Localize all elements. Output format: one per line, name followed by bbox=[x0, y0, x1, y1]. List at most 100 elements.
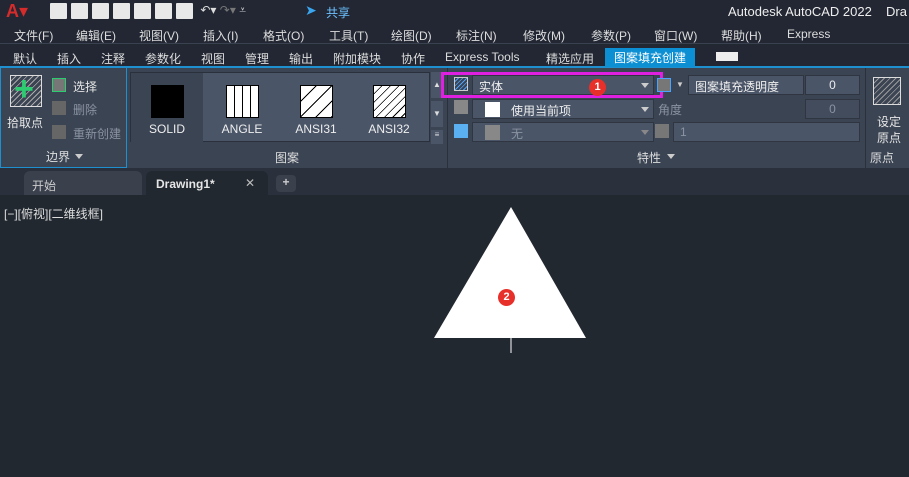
set-origin-icon[interactable] bbox=[873, 77, 901, 105]
tab-parametric[interactable]: 参数化 bbox=[145, 50, 181, 67]
menu-window[interactable]: 窗口(W) bbox=[654, 27, 697, 44]
menu-express[interactable]: Express bbox=[787, 27, 830, 41]
menu-dimension[interactable]: 标注(N) bbox=[456, 27, 497, 44]
tab-start[interactable]: 开始 bbox=[24, 171, 142, 195]
background-color-value: 无 bbox=[511, 127, 524, 141]
tab-annotate[interactable]: 注释 bbox=[101, 50, 125, 67]
open-icon[interactable] bbox=[71, 3, 88, 19]
pattern-angle[interactable]: ANGLE bbox=[206, 73, 278, 143]
tab-collaborate[interactable]: 协作 bbox=[401, 50, 425, 67]
background-color-select[interactable]: 无 bbox=[472, 122, 654, 142]
ribbon-tabs: 默认 插入 注释 参数化 视图 管理 输出 附加模块 协作 Express To… bbox=[0, 45, 909, 68]
drawing-canvas[interactable]: [−][俯视][二维线框] 2 bbox=[0, 195, 909, 477]
scale-icon bbox=[655, 124, 669, 138]
tab-express-tools[interactable]: Express Tools bbox=[445, 50, 519, 64]
gallery-scroll-down[interactable]: ▼ bbox=[431, 101, 443, 127]
pattern-solid[interactable]: SOLID bbox=[131, 73, 203, 143]
select-icon[interactable] bbox=[52, 78, 66, 92]
menu-view[interactable]: 视图(V) bbox=[139, 27, 179, 44]
recreate-button[interactable]: 重新创建 bbox=[73, 125, 121, 142]
tab-addins[interactable]: 附加模块 bbox=[333, 50, 381, 67]
menu-insert[interactable]: 插入(I) bbox=[203, 27, 238, 44]
tab-hatch-creation[interactable]: 图案填充创建 bbox=[605, 48, 696, 67]
tab-manage[interactable]: 管理 bbox=[245, 50, 269, 67]
menu-bar: 文件(F) 编辑(E) 视图(V) 插入(I) 格式(O) 工具(T) 绘图(D… bbox=[0, 23, 909, 44]
menu-tools[interactable]: 工具(T) bbox=[329, 27, 368, 44]
pick-point-button[interactable]: 拾取点 bbox=[7, 114, 43, 131]
save-icon[interactable] bbox=[92, 3, 109, 19]
highlight-box bbox=[441, 72, 663, 98]
share-button[interactable]: 共享 bbox=[326, 4, 350, 21]
chevron-down-icon[interactable]: ▼ bbox=[676, 80, 684, 89]
angle-value: 0 bbox=[829, 102, 836, 116]
pattern-ansi32[interactable]: ANSI32 bbox=[353, 73, 425, 143]
pattern-label: ANSI31 bbox=[295, 122, 337, 136]
background-color-icon bbox=[454, 124, 468, 138]
ribbon-minimize-icon[interactable] bbox=[716, 52, 738, 61]
gallery-expand[interactable]: ≡ bbox=[431, 130, 443, 144]
angle-input[interactable]: 0 bbox=[805, 99, 860, 119]
pattern-ansi31[interactable]: ANSI31 bbox=[280, 73, 352, 143]
angle-label: 角度 bbox=[658, 103, 683, 117]
select-button[interactable]: 选择 bbox=[73, 78, 97, 95]
scale-input[interactable]: 1 bbox=[673, 122, 860, 142]
recreate-icon bbox=[52, 125, 66, 139]
transparency-input[interactable]: 0 bbox=[805, 75, 860, 95]
menu-edit[interactable]: 编辑(E) bbox=[76, 27, 116, 44]
tab-insert[interactable]: 插入 bbox=[57, 50, 81, 67]
remove-icon bbox=[52, 101, 66, 115]
transparency-icon[interactable] bbox=[657, 78, 671, 92]
pattern-panel-title: 图案 bbox=[275, 151, 300, 165]
menu-modify[interactable]: 修改(M) bbox=[523, 27, 565, 44]
document-tabs: 开始 Drawing1* ✕ + bbox=[0, 168, 909, 195]
tab-drawing1[interactable]: Drawing1* ✕ bbox=[146, 171, 268, 195]
open-web-icon[interactable] bbox=[134, 3, 151, 19]
undo-icon[interactable]: ↶▾ bbox=[200, 3, 216, 17]
viewport-controls[interactable]: [−][俯视][二维线框] bbox=[4, 205, 103, 222]
properties-panel-title[interactable]: 特性 bbox=[637, 149, 661, 166]
app-title: Autodesk AutoCAD 2022 bbox=[728, 4, 872, 19]
tab-start-label: 开始 bbox=[32, 179, 57, 193]
title-bar: A▾ ↶▾ ↷▾ ⩡ ➤ 共享 Autodesk AutoCAD 2022 Dr… bbox=[0, 0, 909, 23]
menu-format[interactable]: 格式(O) bbox=[263, 27, 304, 44]
share-icon[interactable]: ➤ bbox=[305, 2, 317, 19]
save-web-icon[interactable] bbox=[155, 3, 172, 19]
add-tab-button[interactable]: + bbox=[276, 175, 296, 192]
tab-view[interactable]: 视图 bbox=[201, 50, 225, 67]
hatch-color-icon bbox=[454, 100, 468, 114]
triangle-hatch[interactable] bbox=[430, 205, 590, 355]
transparency-label[interactable]: 图案填充透明度 bbox=[688, 75, 804, 95]
new-icon[interactable] bbox=[50, 3, 67, 19]
close-icon[interactable]: ✕ bbox=[245, 176, 255, 190]
solid-triangle[interactable] bbox=[434, 207, 586, 338]
save-as-icon[interactable] bbox=[113, 3, 130, 19]
print-icon[interactable] bbox=[176, 3, 193, 19]
origin-panel-title[interactable]: 原点 bbox=[870, 149, 894, 166]
menu-help[interactable]: 帮助(H) bbox=[721, 27, 762, 44]
ribbon-panel: + 拾取点 选择 删除 重新创建 边界 SOLID ANGLE ANSI31 A… bbox=[0, 68, 909, 168]
pick-point-icon[interactable]: + bbox=[10, 70, 42, 108]
set-origin-label-2[interactable]: 原点 bbox=[877, 129, 901, 146]
annotation-badge-2: 2 bbox=[498, 289, 515, 306]
boundary-panel-title[interactable]: 边界 bbox=[46, 148, 70, 165]
hatch-color-select[interactable]: 使用当前项 bbox=[472, 99, 654, 119]
transparency-value: 0 bbox=[829, 78, 836, 92]
remove-button[interactable]: 删除 bbox=[73, 101, 97, 118]
tab-featured-apps[interactable]: 精选应用 bbox=[546, 50, 594, 67]
tab-output[interactable]: 输出 bbox=[289, 50, 313, 67]
set-origin-label-1[interactable]: 设定 bbox=[877, 113, 901, 130]
menu-draw[interactable]: 绘图(D) bbox=[391, 27, 432, 44]
chevron-down-icon[interactable] bbox=[75, 154, 83, 159]
menu-parametric[interactable]: 参数(P) bbox=[591, 27, 631, 44]
chevron-down-icon[interactable] bbox=[667, 154, 675, 159]
redo-icon[interactable]: ↷▾ bbox=[220, 3, 236, 17]
hatch-color-value: 使用当前项 bbox=[511, 104, 572, 118]
customize-icon[interactable]: ⩡ bbox=[239, 3, 246, 17]
quick-access-toolbar: ↶▾ ↷▾ ⩡ bbox=[50, 3, 246, 19]
transparency-label-text: 图案填充透明度 bbox=[695, 80, 780, 94]
pattern-label: ANGLE bbox=[221, 122, 263, 136]
autocad-logo-icon[interactable]: A▾ bbox=[6, 1, 28, 22]
tab-drawing1-label: Drawing1* bbox=[156, 177, 215, 191]
tab-default[interactable]: 默认 bbox=[13, 50, 37, 67]
menu-file[interactable]: 文件(F) bbox=[14, 27, 53, 44]
